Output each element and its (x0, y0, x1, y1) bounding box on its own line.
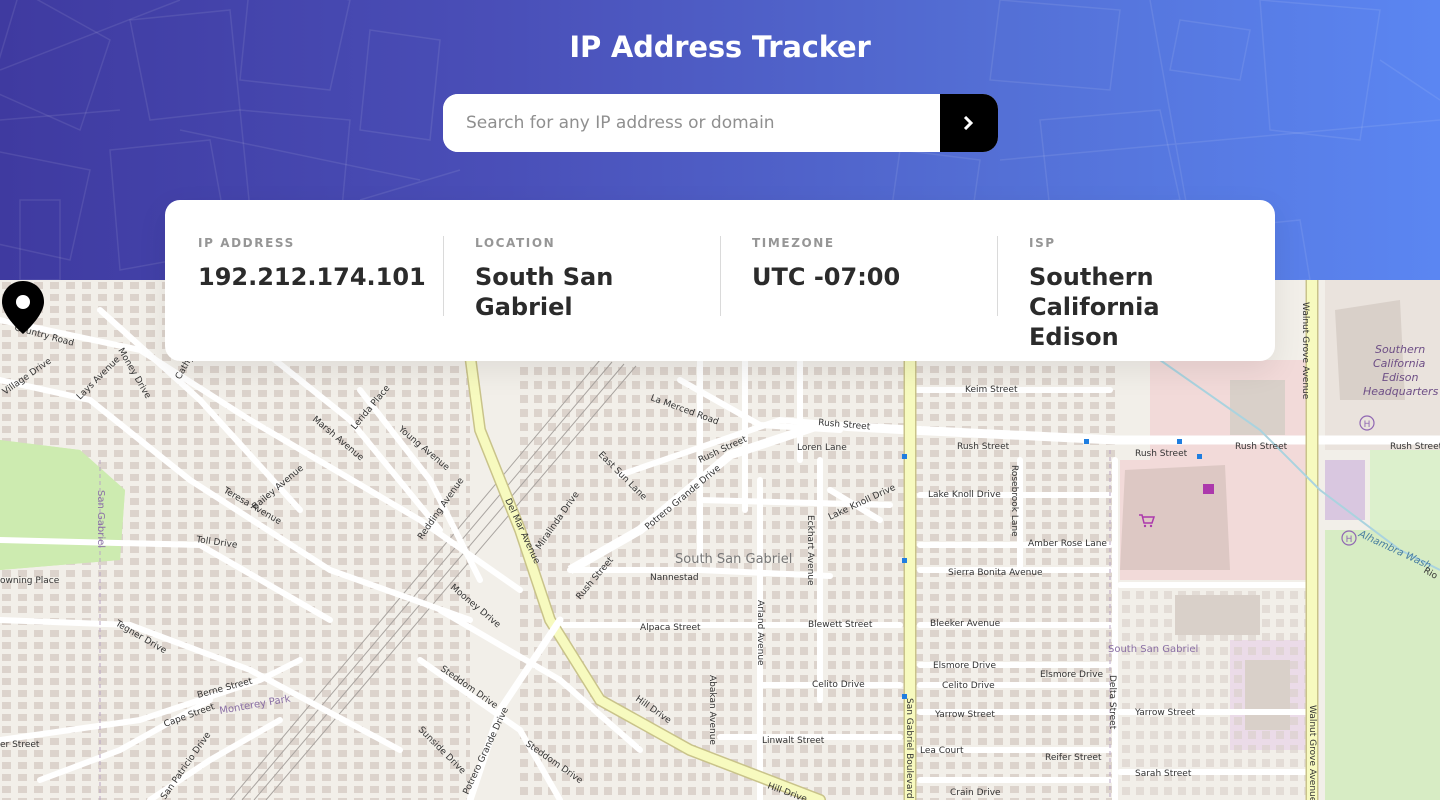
retail-building (1230, 380, 1285, 435)
map-label: Crain Drive (950, 788, 1001, 798)
location-pin-icon[interactable] (0, 280, 46, 336)
isp-stat: ISP Southern California Edison (997, 236, 1242, 361)
search-submit-button[interactable] (940, 94, 998, 152)
residential-east (915, 360, 1115, 800)
map-label: Celito Drive (812, 680, 865, 690)
location-label: LOCATION (475, 236, 556, 250)
map-label: Reifer Street (1045, 753, 1102, 763)
map-label: Walnut Grove Avenue (1307, 705, 1317, 800)
map-label: Amber Rose Lane (1028, 539, 1107, 549)
ip-address-value: 192.212.174.101 (198, 263, 426, 291)
map-label: Keim Street (965, 385, 1018, 395)
shopping-bag-icon (1203, 484, 1214, 494)
map-label: Abakan Avenue (707, 675, 717, 745)
map-label: South San Gabriel (675, 552, 792, 567)
map-label: San Gabriel (95, 490, 106, 548)
map-label: Rosebrook Lane (1009, 465, 1019, 537)
svg-text:H: H (1346, 535, 1353, 545)
map-label: er Street (0, 740, 40, 750)
ip-address-stat: IP ADDRESS 192.212.174.101 (198, 236, 443, 361)
hospital-area (1325, 460, 1365, 520)
map-label: Rush Street (957, 442, 1010, 452)
map-label: Lea Court (920, 746, 964, 756)
park-area-ne (1370, 450, 1440, 530)
map-label: Arland Avenue (755, 600, 765, 666)
timezone-label: TIMEZONE (752, 236, 835, 250)
map-label: Nannestad (650, 573, 699, 583)
search-input[interactable] (443, 94, 940, 152)
map-label: Eckhart Avenue (805, 515, 815, 586)
map-label: Blewett Street (808, 620, 873, 630)
map-label: Rush Street (1135, 449, 1188, 459)
map-label: Alpaca Street (640, 623, 701, 633)
timezone-stat: TIMEZONE UTC -07:00 (720, 236, 997, 361)
map-label: Sierra Bonita Avenue (948, 568, 1043, 578)
map-label: Yarrow Street (1134, 708, 1195, 718)
map-label: Bleeker Avenue (930, 619, 1001, 629)
chevron-right-icon (963, 116, 974, 130)
map-label: South San Gabriel (1108, 644, 1198, 655)
map-label: Delta Street (1107, 675, 1117, 730)
map-label: Rush Street (1235, 442, 1288, 452)
map-label: Loren Lane (797, 443, 847, 453)
map-label: Celito Drive (942, 681, 995, 691)
warehouse-building (1175, 595, 1260, 635)
map-label: Sarah Street (1135, 769, 1192, 779)
map-label: San Gabriel Boulevard (904, 698, 914, 799)
timezone-value: UTC -07:00 (752, 263, 901, 291)
map-label: Walnut Grove Avenue (1300, 302, 1310, 400)
search-bar (443, 94, 998, 152)
map-label: Lake Knoll Drive (928, 490, 1001, 500)
store-building (1120, 465, 1230, 570)
map-label: Elsmore Drive (933, 661, 997, 671)
ip-info-card: IP ADDRESS 192.212.174.101 LOCATION Sout… (165, 200, 1275, 361)
isp-label: ISP (1029, 236, 1056, 250)
map-label: owning Place (0, 576, 60, 586)
map-label: Elsmore Drive (1040, 670, 1104, 680)
industrial-building (1245, 660, 1290, 730)
map-label: Linwalt Street (762, 736, 825, 746)
map-label: Yarrow Street (934, 710, 995, 720)
isp-value: Southern California Edison (1029, 263, 1160, 351)
page-title: IP Address Tracker (569, 30, 871, 64)
svg-text:H: H (1364, 420, 1371, 430)
location-value: South San Gabriel (475, 263, 614, 321)
map-label: Rush Street (1390, 442, 1440, 452)
ip-address-label: IP ADDRESS (198, 236, 295, 250)
location-stat: LOCATION South San Gabriel (443, 236, 720, 361)
